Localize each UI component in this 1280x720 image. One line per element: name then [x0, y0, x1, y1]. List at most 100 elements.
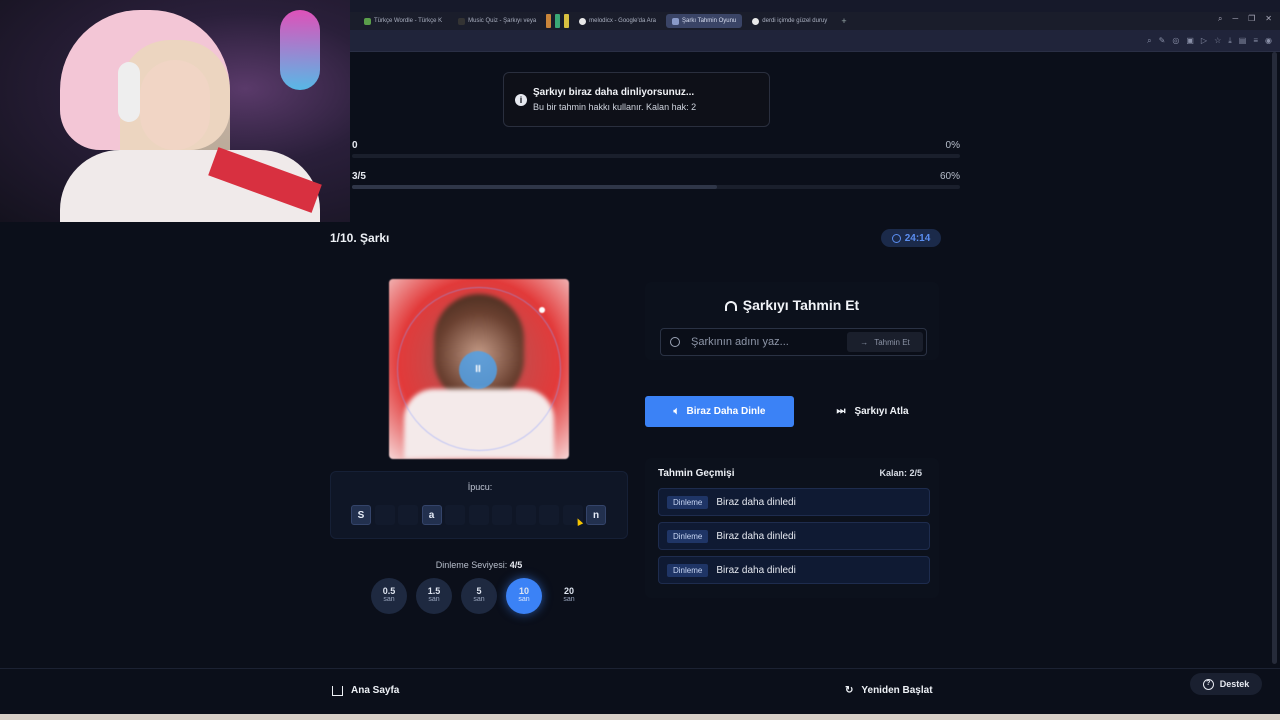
skip-song-button[interactable]: ⏭︎ Şarkıyı Atla [806, 396, 939, 427]
app-root: Türkçe Wordle - Türkçe K Music Quiz - Şa… [0, 0, 1280, 720]
history-item: Dinleme Biraz daha dinledi [658, 556, 930, 584]
hint-panel: İpucu: Sa n [330, 471, 628, 539]
submit-guess-label: Tahmin Et [874, 337, 910, 347]
remaining-attempts: Kalan: 2/5 [879, 468, 922, 478]
clock-icon [891, 233, 901, 243]
pinned-tab[interactable] [555, 14, 561, 28]
toast-message: Bu bir tahmin hakkı kullanır. Kalan hak:… [533, 102, 697, 112]
music-favicon-icon [458, 17, 466, 25]
new-tab-button[interactable]: + [841, 16, 846, 26]
help-icon: ? [1202, 678, 1214, 690]
progress-percent: 0% [945, 140, 960, 151]
listen-more-button[interactable]: 🔈︎ Biraz Daha Dinle [645, 396, 794, 427]
playback-progress-dot[interactable] [539, 307, 545, 313]
hint-letter-hidden [398, 505, 418, 525]
level-option-unit: san [473, 596, 485, 603]
screenshot-icon[interactable]: ▣ [1186, 36, 1194, 46]
toast-title: Şarkıyı biraz daha dinliyorsunuz... [533, 87, 695, 98]
level-option-value: 5 [476, 586, 482, 596]
tab-label: Türkçe Wordle - Türkçe K [374, 18, 443, 24]
tab-label: Music Quiz - Şarkıyı veya [468, 18, 537, 24]
rgb-light [280, 10, 320, 90]
webcam-overlay [0, 0, 350, 222]
hint-letter-hidden [539, 505, 559, 525]
pinned-tab[interactable] [564, 14, 570, 28]
history-item: Dinleme Biraz daha dinledi [658, 522, 930, 550]
tab-label: melodicx - Google'da Ara [589, 18, 657, 24]
browser-tab-sarki-tahmin[interactable]: Şarkı Tahmin Oyunu [666, 14, 743, 28]
game-favicon-icon [672, 17, 680, 25]
restore-icon[interactable]: ❐ [1248, 14, 1255, 24]
download-icon[interactable]: ⤓ [1228, 36, 1232, 46]
progress-track [352, 154, 960, 158]
close-icon[interactable]: ✕ [1265, 14, 1272, 24]
browser-tab-derdi[interactable]: derdi içimde güzel duruy [746, 14, 833, 28]
browser-tab-google[interactable]: melodicx - Google'da Ara [573, 14, 662, 28]
hint-letter-hidden [492, 505, 512, 525]
tab-label: derdi içimde güzel duruy [762, 18, 828, 24]
level-option-value: 0.5 [382, 586, 396, 596]
level-option-20[interactable]: 20 san [551, 578, 587, 614]
address-bar[interactable] [350, 30, 1280, 52]
level-value: 4/5 [509, 560, 523, 570]
skip-forward-icon: ⏭︎ [836, 406, 846, 417]
play-icon[interactable]: ▷ [1201, 36, 1207, 46]
browser-tab-wordle[interactable]: Türkçe Wordle - Türkçe K [358, 14, 448, 28]
listening-level-label: Dinleme Seviyesi: 4/5 [330, 560, 628, 570]
search-tabs-icon[interactable]: ⌕ [1218, 14, 1222, 24]
history-text: Biraz daha dinledi [716, 496, 796, 508]
restart-label: Yeniden Başlat [861, 685, 933, 696]
level-option-value: 20 [563, 586, 574, 596]
level-option-unit: san [383, 596, 395, 603]
history-badge: Dinleme [667, 529, 709, 543]
os-taskbar [0, 714, 1280, 720]
song-guess-input[interactable] [691, 333, 841, 351]
page-scrollbar[interactable] [1272, 52, 1277, 664]
level-option-10[interactable]: 10 san [506, 578, 542, 614]
edit-icon[interactable]: ✎ [1159, 36, 1166, 46]
support-button[interactable]: ? Destek [1190, 673, 1262, 695]
lock-icon[interactable]: ▤ [1239, 36, 1247, 46]
minimize-icon[interactable]: ─ [1232, 14, 1238, 24]
level-option-1-5[interactable]: 1.5 san [416, 578, 452, 614]
refresh-icon: ↻ [845, 685, 854, 696]
guess-title: Şarkıyı Tahmin Et [645, 297, 939, 313]
home-label: Ana Sayfa [351, 685, 400, 696]
camera-icon[interactable]: ◎ [1172, 36, 1179, 46]
history-text: Biraz daha dinledi [716, 564, 796, 576]
history-badge: Dinleme [667, 495, 709, 509]
speaker-icon: 🔈︎ [673, 406, 680, 417]
hint-letter: a [421, 505, 442, 525]
level-option-unit: san [563, 596, 575, 603]
restart-button[interactable]: ↻ Yeniden Başlat [845, 685, 933, 696]
level-option-0-5[interactable]: 0.5 san [371, 578, 407, 614]
arrow-right-icon: → [860, 337, 869, 347]
profile-icon[interactable]: ◉ [1265, 36, 1272, 46]
level-option-unit: san [428, 596, 440, 603]
menu-icon[interactable]: ≡ [1253, 36, 1258, 46]
hint-letter: n [586, 505, 606, 525]
browser-tab-music-quiz[interactable]: Music Quiz - Şarkıyı veya [452, 14, 542, 28]
progress-label: 0 [352, 140, 358, 151]
pinned-tab[interactable] [546, 14, 552, 28]
tab-label: Şarkı Tahmin Oyunu [682, 18, 737, 24]
search-icon [670, 337, 680, 347]
submit-guess-button[interactable]: → Tahmin Et [847, 332, 923, 352]
footer-divider [0, 668, 1280, 669]
window-controls: ⌕ ─ ❐ ✕ [1218, 14, 1272, 24]
level-option-value: 1.5 [427, 586, 441, 596]
extension-toolbar: ⌕ ✎ ◎ ▣ ▷ ☆ ⤓ ▤ ≡ ◉ [1147, 36, 1272, 46]
hint-letter-hidden [445, 505, 465, 525]
history-title: Tahmin Geçmişi [658, 468, 735, 479]
google-favicon-icon [579, 17, 587, 25]
headphones-icon [724, 301, 737, 311]
skip-song-label: Şarkıyı Atla [854, 406, 909, 417]
pause-button[interactable]: II [459, 351, 497, 389]
level-option-5[interactable]: 5 san [461, 578, 497, 614]
zoom-icon[interactable]: ⌕ [1147, 36, 1151, 46]
star-icon[interactable]: ☆ [1214, 36, 1221, 46]
hint-letter-hidden [374, 505, 395, 525]
history-badge: Dinleme [667, 563, 709, 577]
song-counter: 1/10. Şarkı [330, 231, 390, 245]
home-link[interactable]: Ana Sayfa [332, 685, 399, 696]
